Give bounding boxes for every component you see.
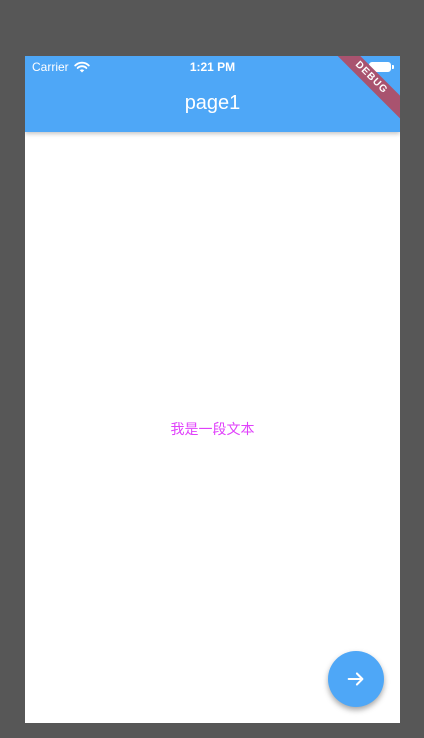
page-body: 我是一段文本: [25, 132, 400, 723]
page-title: page1: [184, 92, 241, 114]
next-page-button[interactable]: [328, 651, 384, 707]
body-text: 我是一段文本: [170, 421, 255, 437]
app-screen: Carrier 1:21 PM page1 DEBUG 我是一段文本: [25, 56, 400, 723]
arrow-forward-icon: [347, 672, 364, 686]
app-bar: Carrier 1:21 PM page1: [25, 56, 400, 132]
